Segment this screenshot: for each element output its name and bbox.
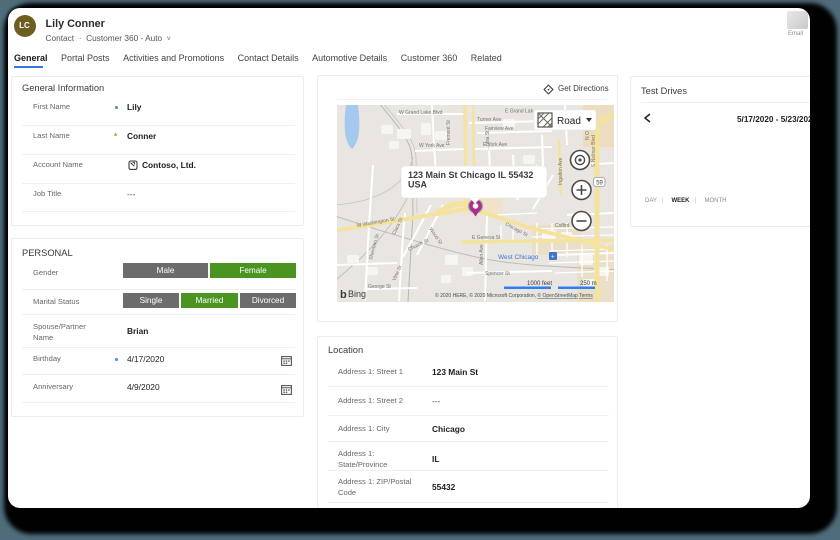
svg-text:1000 feet: 1000 feet (527, 281, 552, 287)
svg-text:250 m: 250 m (580, 281, 597, 287)
svg-text:59: 59 (596, 181, 603, 187)
svg-text:Bing: Bing (348, 289, 366, 299)
svg-text:George St: George St (368, 284, 391, 290)
svg-text:Allen Ave: Allen Ave (479, 244, 485, 265)
svg-text:E Grand Lak: E Grand Lak (505, 109, 534, 115)
svg-text:USA: USA (408, 180, 428, 190)
svg-text:Ingalton Ave: Ingalton Ave (558, 157, 564, 185)
svg-text:Road: Road (557, 116, 581, 127)
svg-text:W York Ave: W York Ave (419, 143, 445, 149)
svg-text:West Chicago: West Chicago (498, 254, 539, 261)
svg-text:Turner Ave: Turner Ave (477, 117, 501, 123)
svg-text:E Geneva St: E Geneva St (472, 235, 501, 241)
svg-text:© 2020 HERE, © 2020 Microsoft: © 2020 HERE, © 2020 Microsoft Corporatio… (435, 292, 593, 299)
svg-text:+: + (551, 255, 555, 261)
svg-text:Fremont St: Fremont St (446, 120, 452, 145)
svg-text:W Grand Lake Blvd: W Grand Lake Blvd (399, 110, 443, 116)
svg-text:Spencer St: Spencer St (485, 271, 510, 277)
svg-text:S Neltnor Blvd: S Neltnor Blvd (591, 135, 597, 167)
svg-text:123 Main St Chicago IL 55432: 123 Main St Chicago IL 55432 (408, 170, 533, 180)
svg-text:Colfird: Colfird (555, 223, 570, 229)
svg-text:b: b (340, 289, 347, 301)
svg-text:…phia St: …phia St (485, 130, 491, 151)
